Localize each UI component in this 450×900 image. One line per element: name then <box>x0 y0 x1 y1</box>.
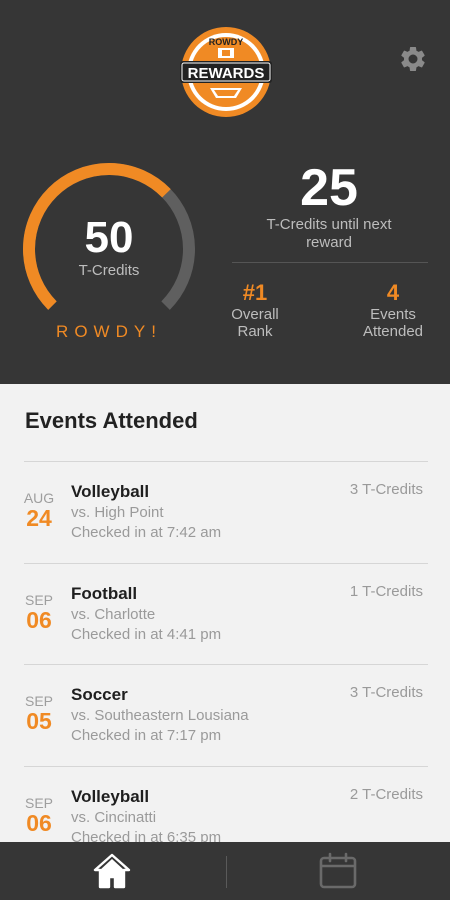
event-opponent: vs. Southeastern Lousiana <box>71 707 249 724</box>
event-opponent: vs. Cincinatti <box>71 809 157 826</box>
event-item[interactable]: SEP 06 Volleyball vs. Cincinatti Checked… <box>0 766 450 842</box>
event-month: SEP <box>24 592 53 608</box>
event-opponent: vs. Charlotte <box>71 606 156 623</box>
event-day: 24 <box>26 505 52 531</box>
svg-text:REWARDS: REWARDS <box>188 65 265 82</box>
event-sport: Soccer <box>71 685 128 704</box>
event-credits: 2 T-Credits <box>349 786 423 803</box>
event-credits: 3 T-Credits <box>349 684 423 701</box>
overall-rank-stat: #1 Overall Rank <box>222 280 288 340</box>
list-divider <box>24 664 428 665</box>
rank-label-line2: Rank <box>237 323 273 340</box>
event-checkin-time: Checked in at 7:17 pm <box>71 727 222 744</box>
events-label-line1: Events <box>370 306 416 323</box>
list-divider <box>24 563 428 564</box>
rank-label-line1: Overall <box>231 306 279 323</box>
credits-value: 50 <box>84 213 134 262</box>
events-count-value: 4 <box>386 280 400 305</box>
event-checkin-time: Checked in at 4:41 pm <box>71 626 222 643</box>
event-credits: 1 T-Credits <box>349 583 423 600</box>
event-month: SEP <box>24 693 53 709</box>
event-checkin-time: Checked in at 7:42 am <box>71 524 222 541</box>
event-sport: Volleyball <box>71 787 150 806</box>
event-sport: Football <box>71 584 138 603</box>
events-attended-stat: 4 Events Attended <box>355 280 431 340</box>
rewards-header: ROWDY REWARDS 50 T-Credits ROWDY! 25 T-C… <box>0 0 450 384</box>
credits-until-label: T-Credits until next reward <box>266 216 392 251</box>
events-label-line2: Attended <box>362 323 424 340</box>
event-day: 06 <box>26 607 52 633</box>
event-opponent: vs. High Point <box>71 504 164 521</box>
home-icon[interactable] <box>92 851 132 891</box>
list-divider <box>24 766 428 767</box>
event-day: 06 <box>26 810 52 836</box>
svg-text:ROWDY: ROWDY <box>209 37 244 47</box>
nav-divider <box>226 856 227 888</box>
event-month: SEP <box>24 795 53 811</box>
calendar-icon[interactable] <box>318 852 358 890</box>
rowdy-label: ROWDY! <box>56 322 162 341</box>
event-item[interactable]: SEP 05 Soccer vs. Southeastern Lousiana … <box>0 664 450 766</box>
event-month: AUG <box>23 490 55 506</box>
event-sport: Volleyball <box>71 482 150 501</box>
events-attended-title: Events Attended <box>25 408 198 433</box>
event-credits: 3 T-Credits <box>349 481 423 498</box>
list-divider <box>24 461 428 462</box>
credits-until-value: 25 <box>300 159 358 217</box>
rank-value: #1 <box>242 280 268 305</box>
event-item[interactable]: AUG 24 Volleyball vs. High Point Checked… <box>0 461 450 563</box>
gear-icon[interactable] <box>398 44 428 74</box>
event-day: 05 <box>26 708 52 734</box>
event-checkin-time: Checked in at 6:35 pm <box>71 829 222 842</box>
rowdy-rewards-logo: ROWDY REWARDS <box>180 27 272 117</box>
event-item[interactable]: SEP 06 Football vs. Charlotte Checked in… <box>0 563 450 665</box>
bottom-navigation <box>0 842 450 900</box>
stats-divider <box>232 262 428 263</box>
credits-unit: T-Credits <box>78 262 140 279</box>
